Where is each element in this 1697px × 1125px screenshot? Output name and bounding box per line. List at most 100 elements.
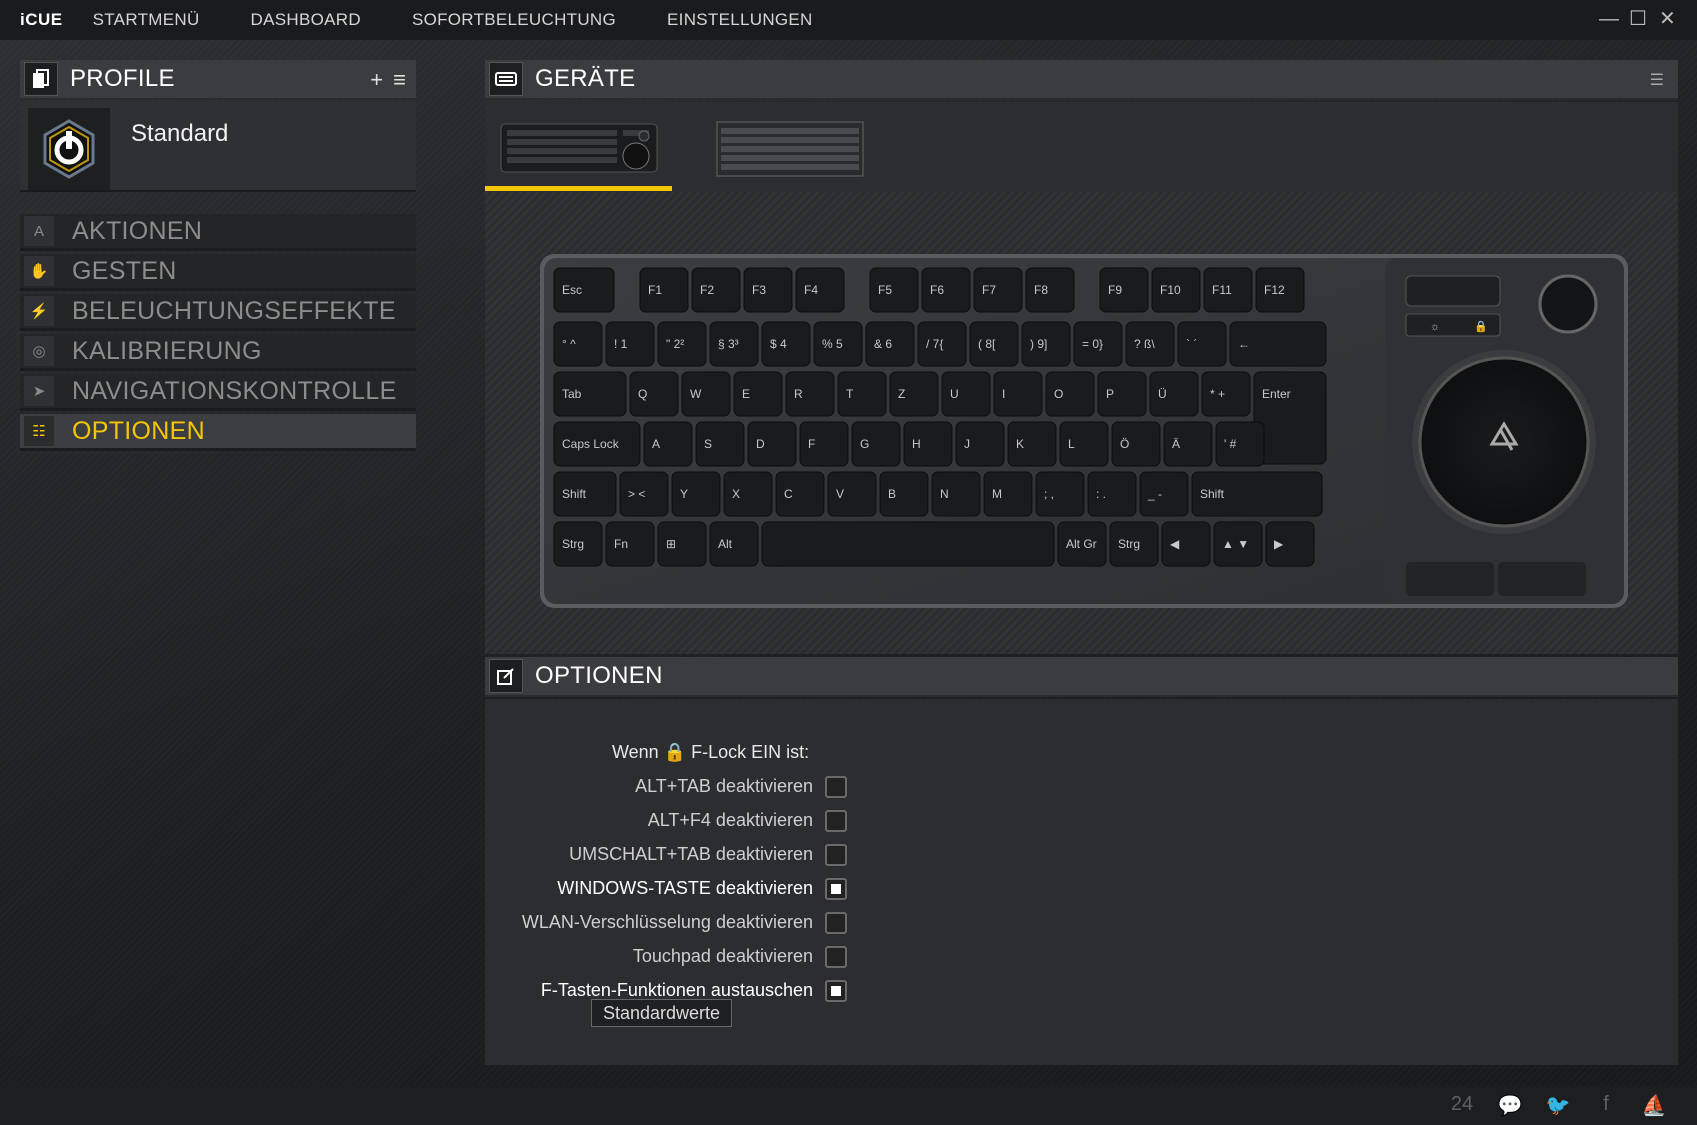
- profile-logo-icon: [28, 108, 110, 190]
- corsair-icon[interactable]: ⛵: [1641, 1093, 1667, 1118]
- device-thumb-k83[interactable]: [499, 116, 659, 178]
- key-label: O: [1054, 387, 1063, 401]
- nav-item-navigation-control[interactable]: ➤ NAVIGATIONSKONTROLLE: [20, 374, 416, 411]
- devices-menu-icon[interactable]: ☰: [1650, 70, 1664, 90]
- profile-menu-icon[interactable]: ≡: [393, 67, 406, 93]
- selected-device-indicator: [485, 186, 672, 191]
- key-label: Fn: [614, 537, 628, 551]
- key-label: " 2²: [666, 337, 684, 351]
- key-label: : .: [1096, 487, 1106, 501]
- key-label: ▲ ▼: [1222, 537, 1249, 551]
- key-label: Ä: [1172, 437, 1180, 451]
- key-label: F12: [1264, 283, 1285, 297]
- key-label: Esc: [562, 283, 582, 297]
- key-label: H: [912, 437, 921, 451]
- footer: 24 💬 🐦 f ⛵: [0, 1085, 1697, 1125]
- chat-icon[interactable]: 💬: [1497, 1093, 1523, 1118]
- key-label: F4: [804, 283, 818, 297]
- key-label: R: [794, 387, 803, 401]
- shift-tab-checkbox[interactable]: [825, 844, 847, 866]
- key-label: Alt: [718, 537, 733, 551]
- nav-item-options[interactable]: ☷ OPTIONEN: [20, 414, 416, 451]
- nav-item-lighting-effects[interactable]: ⚡ BELEUCHTUNGSEFFEKTE: [20, 294, 416, 331]
- key-label: ( 8[: [978, 337, 996, 351]
- option-label: F-Tasten-Funktionen austauschen: [540, 980, 813, 1000]
- key[interactable]: [1253, 371, 1327, 465]
- key-label: Strg: [1118, 537, 1140, 551]
- key-label: N: [940, 487, 949, 501]
- f-keys-swap-checkbox[interactable]: [825, 980, 847, 1002]
- menu-startmenu[interactable]: STARTMENÜ: [93, 10, 200, 30]
- svg-text:☼: ☼: [1430, 321, 1440, 333]
- nav-label: BELEUCHTUNGSEFFEKTE: [72, 296, 396, 325]
- alt-tab-checkbox[interactable]: [825, 776, 847, 798]
- menu-dashboard[interactable]: DASHBOARD: [251, 10, 361, 30]
- profiles-icon: [24, 62, 58, 96]
- lock-icon: 🔒: [663, 742, 687, 762]
- key-label: ◀: [1170, 537, 1180, 551]
- add-profile-icon[interactable]: +: [370, 67, 383, 93]
- key-label: ⊞: [666, 537, 676, 551]
- key-label: F10: [1160, 283, 1181, 297]
- close-icon[interactable]: ✕: [1659, 8, 1676, 30]
- device-preview-area: Esc F1 F2 F3 F4 F5 F6 F7 F8 F9 F10 F11 F12 ° ^ ! 1 " 2²…: [485, 192, 1678, 654]
- key-label: > <: [628, 487, 645, 501]
- edit-icon: [489, 659, 523, 693]
- gestures-icon: ✋: [24, 256, 54, 286]
- wlan-encryption-checkbox[interactable]: [825, 912, 847, 934]
- key-label: M: [992, 487, 1002, 501]
- key-label: Shift: [1200, 487, 1225, 501]
- option-label: ALT+F4 deaktivieren: [647, 810, 813, 830]
- device-thumb-k70[interactable]: [713, 116, 873, 178]
- facebook-icon[interactable]: f: [1593, 1093, 1619, 1118]
- window-controls: — ☐ ✕: [1599, 8, 1676, 30]
- key-label: Z: [898, 387, 905, 401]
- key-label: B: [888, 487, 896, 501]
- defaults-tooltip[interactable]: Standardwerte: [591, 999, 732, 1027]
- key-label: F11: [1212, 283, 1232, 297]
- devices-header: GERÄTE ☰: [485, 60, 1678, 100]
- minimize-icon[interactable]: —: [1599, 8, 1619, 30]
- menu-settings[interactable]: EINSTELLUNGEN: [667, 10, 813, 30]
- key-label: F3: [752, 283, 766, 297]
- key-label: I: [1002, 387, 1005, 401]
- option-label: WINDOWS-TASTE deaktivieren: [557, 878, 813, 898]
- key-label: = 0}: [1082, 337, 1103, 351]
- key-label: ! 1: [614, 337, 628, 351]
- nav-label: KALIBRIERUNG: [72, 336, 262, 365]
- twitter-icon[interactable]: 🐦: [1545, 1093, 1571, 1118]
- key-label: F7: [982, 283, 996, 297]
- key-label: F5: [878, 283, 892, 297]
- nav-item-gestures[interactable]: ✋ GESTEN: [20, 254, 416, 291]
- alt-f4-checkbox[interactable]: [825, 810, 847, 832]
- key-label: ` ´: [1186, 337, 1197, 351]
- calibration-icon: ◎: [24, 336, 54, 366]
- nav-label: GESTEN: [72, 256, 177, 285]
- windows-key-checkbox[interactable]: [825, 878, 847, 900]
- support-24-icon[interactable]: 24: [1449, 1093, 1475, 1118]
- profile-card[interactable]: Standard: [20, 102, 416, 192]
- key[interactable]: [761, 521, 1055, 567]
- menu-instant-lighting[interactable]: SOFORTBELEUCHTUNG: [412, 10, 616, 30]
- key-label: V: [836, 487, 844, 501]
- nav-label: NAVIGATIONSKONTROLLE: [72, 376, 397, 405]
- navigation-icon: ➤: [24, 376, 54, 406]
- key-label: U: [950, 387, 959, 401]
- key-label: ? ß\: [1134, 337, 1155, 351]
- svg-text:🔒: 🔒: [1474, 320, 1488, 333]
- maximize-icon[interactable]: ☐: [1629, 8, 1647, 30]
- options-header: OPTIONEN: [485, 657, 1678, 697]
- touchpad-checkbox[interactable]: [825, 946, 847, 968]
- key-label: * +: [1210, 387, 1225, 401]
- key-label: Ö: [1120, 437, 1129, 451]
- nav-item-actions[interactable]: A AKTIONEN: [20, 214, 416, 251]
- nav-label: OPTIONEN: [72, 416, 205, 445]
- key-label: F2: [700, 283, 714, 297]
- key-label: C: [784, 487, 793, 501]
- nav-item-calibration[interactable]: ◎ KALIBRIERUNG: [20, 334, 416, 371]
- devices-title: GERÄTE: [535, 65, 636, 92]
- key-label: F8: [1034, 283, 1048, 297]
- key-label: W: [690, 387, 702, 401]
- key-label: $ 4: [770, 337, 787, 351]
- key-label: ° ^: [562, 337, 576, 351]
